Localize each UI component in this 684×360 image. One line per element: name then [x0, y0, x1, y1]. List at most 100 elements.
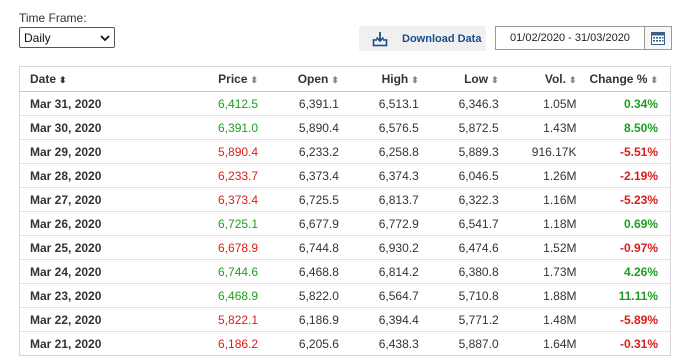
cell-low: 6,380.8	[418, 259, 499, 284]
cell-open: 6,373.4	[258, 163, 339, 188]
cell-change: -0.31%	[576, 331, 671, 356]
table-row: Mar 21, 2020 6,186.2 6,205.6 6,438.3 5,887.0…	[19, 331, 671, 356]
cell-date: Mar 26, 2020	[19, 211, 159, 236]
sort-icon: ⬍	[59, 75, 67, 85]
cell-date: Mar 23, 2020	[19, 283, 159, 308]
cell-open: 6,725.5	[258, 187, 339, 212]
cell-low: 5,710.8	[418, 283, 499, 308]
cell-vol: 1.43M	[498, 115, 577, 140]
cell-open: 5,890.4	[258, 115, 339, 140]
cell-price: 6,186.2	[158, 331, 259, 356]
cell-vol: 1.73M	[498, 259, 577, 284]
cell-vol: 1.52M	[498, 235, 577, 260]
table-row: Mar 26, 2020 6,725.1 6,677.9 6,772.9 6,541.7…	[19, 211, 671, 236]
cell-low: 6,346.3	[418, 91, 499, 116]
cell-price: 6,233.7	[158, 163, 259, 188]
cell-open: 6,677.9	[258, 211, 339, 236]
cell-high: 6,576.5	[338, 115, 419, 140]
cell-low: 5,887.0	[418, 331, 499, 356]
cell-open: 6,744.8	[258, 235, 339, 260]
cell-price: 5,822.1	[158, 307, 259, 332]
column-header-low[interactable]: Low ⬍	[418, 66, 499, 92]
cell-high: 6,564.7	[338, 283, 419, 308]
cell-price: 6,391.0	[158, 115, 259, 140]
sort-icon: ⬍	[331, 75, 339, 85]
cell-change: -2.19%	[576, 163, 671, 188]
cell-date: Mar 31, 2020	[19, 91, 159, 116]
cell-vol: 1.48M	[498, 307, 577, 332]
cell-price: 6,373.4	[158, 187, 259, 212]
column-header-change[interactable]: Change % ⬍	[576, 66, 671, 92]
cell-price: 6,744.6	[158, 259, 259, 284]
cell-date: Mar 29, 2020	[19, 139, 159, 164]
cell-high: 6,772.9	[338, 211, 419, 236]
cell-date: Mar 27, 2020	[19, 187, 159, 212]
cell-open: 6,205.6	[258, 331, 339, 356]
time-frame-select[interactable]: Daily	[19, 27, 115, 48]
cell-vol: 916.17K	[498, 139, 577, 164]
cell-high: 6,258.8	[338, 139, 419, 164]
cell-high: 6,513.1	[338, 91, 419, 116]
cell-price: 5,890.4	[158, 139, 259, 164]
calendar-icon	[651, 31, 665, 45]
table-row: Mar 30, 2020 6,391.0 5,890.4 6,576.5 5,872.5…	[19, 115, 671, 140]
table-row: Mar 25, 2020 6,678.9 6,744.8 6,930.2 6,474.6…	[19, 235, 671, 260]
cell-price: 6,678.9	[158, 235, 259, 260]
cell-change: -5.89%	[576, 307, 671, 332]
cell-vol: 1.16M	[498, 187, 577, 212]
cell-high: 6,374.3	[338, 163, 419, 188]
cell-high: 6,438.3	[338, 331, 419, 356]
cell-vol: 1.88M	[498, 283, 577, 308]
cell-change: -0.97%	[576, 235, 671, 260]
cell-low: 5,889.3	[418, 139, 499, 164]
column-header-high[interactable]: High ⬍	[338, 66, 419, 92]
table-row: Mar 29, 2020 5,890.4 6,233.2 6,258.8 5,889.3…	[19, 139, 671, 164]
cell-vol: 1.64M	[498, 331, 577, 356]
date-range-picker[interactable]: 01/02/2020 - 31/03/2020	[495, 26, 672, 50]
download-data-label: Download Data	[402, 32, 482, 45]
cell-price: 6,468.9	[158, 283, 259, 308]
sort-icon: ⬍	[250, 75, 259, 85]
cell-low: 6,541.7	[418, 211, 499, 236]
table-row: Mar 24, 2020 6,744.6 6,468.8 6,814.2 6,380.8…	[19, 259, 671, 284]
cell-open: 6,391.1	[258, 91, 339, 116]
cell-date: Mar 22, 2020	[19, 307, 159, 332]
time-frame-label: Time Frame:	[19, 11, 87, 25]
cell-high: 6,394.4	[338, 307, 419, 332]
column-header-price[interactable]: Price ⬍	[158, 66, 259, 92]
cell-change: 8.50%	[576, 115, 671, 140]
cell-high: 6,813.7	[338, 187, 419, 212]
cell-low: 5,872.5	[418, 115, 499, 140]
column-header-vol[interactable]: Vol. ⬍	[498, 66, 577, 92]
cell-open: 5,822.0	[258, 283, 339, 308]
cell-change: 0.69%	[576, 211, 671, 236]
time-frame-value: Daily	[24, 31, 51, 45]
cell-date: Mar 30, 2020	[19, 115, 159, 140]
cell-change: 11.11%	[576, 283, 671, 308]
cell-change: -5.23%	[576, 187, 671, 212]
cell-change: 4.26%	[576, 259, 671, 284]
cell-low: 6,046.5	[418, 163, 499, 188]
cell-date: Mar 21, 2020	[19, 331, 159, 356]
historical-data-table: Date ⬍ Price ⬍ Open ⬍ High ⬍ Low ⬍ Vol. ⬍ Chan…	[19, 66, 671, 356]
sort-icon: ⬍	[650, 75, 658, 85]
sort-icon: ⬍	[411, 75, 419, 85]
cell-date: Mar 25, 2020	[19, 235, 159, 260]
cell-high: 6,930.2	[338, 235, 419, 260]
column-header-open[interactable]: Open ⬍	[258, 66, 339, 92]
chevron-down-icon	[100, 35, 110, 42]
cell-price: 6,725.1	[158, 211, 259, 236]
table-row: Mar 28, 2020 6,233.7 6,373.4 6,374.3 6,046.5…	[19, 163, 671, 188]
cell-vol: 1.26M	[498, 163, 577, 188]
column-header-date[interactable]: Date ⬍	[19, 66, 159, 92]
sort-icon: ⬍	[568, 75, 577, 85]
date-range-value: 01/02/2020 - 31/03/2020	[510, 32, 630, 44]
table-row: Mar 27, 2020 6,373.4 6,725.5 6,813.7 6,322.3…	[19, 187, 671, 212]
cell-date: Mar 28, 2020	[19, 163, 159, 188]
cell-date: Mar 24, 2020	[19, 259, 159, 284]
calendar-button[interactable]	[644, 27, 671, 49]
table-row: Mar 23, 2020 6,468.9 5,822.0 6,564.7 5,710.8…	[19, 283, 671, 308]
cell-low: 6,474.6	[418, 235, 499, 260]
download-data-button[interactable]: Download Data	[359, 26, 486, 51]
cell-open: 6,233.2	[258, 139, 339, 164]
